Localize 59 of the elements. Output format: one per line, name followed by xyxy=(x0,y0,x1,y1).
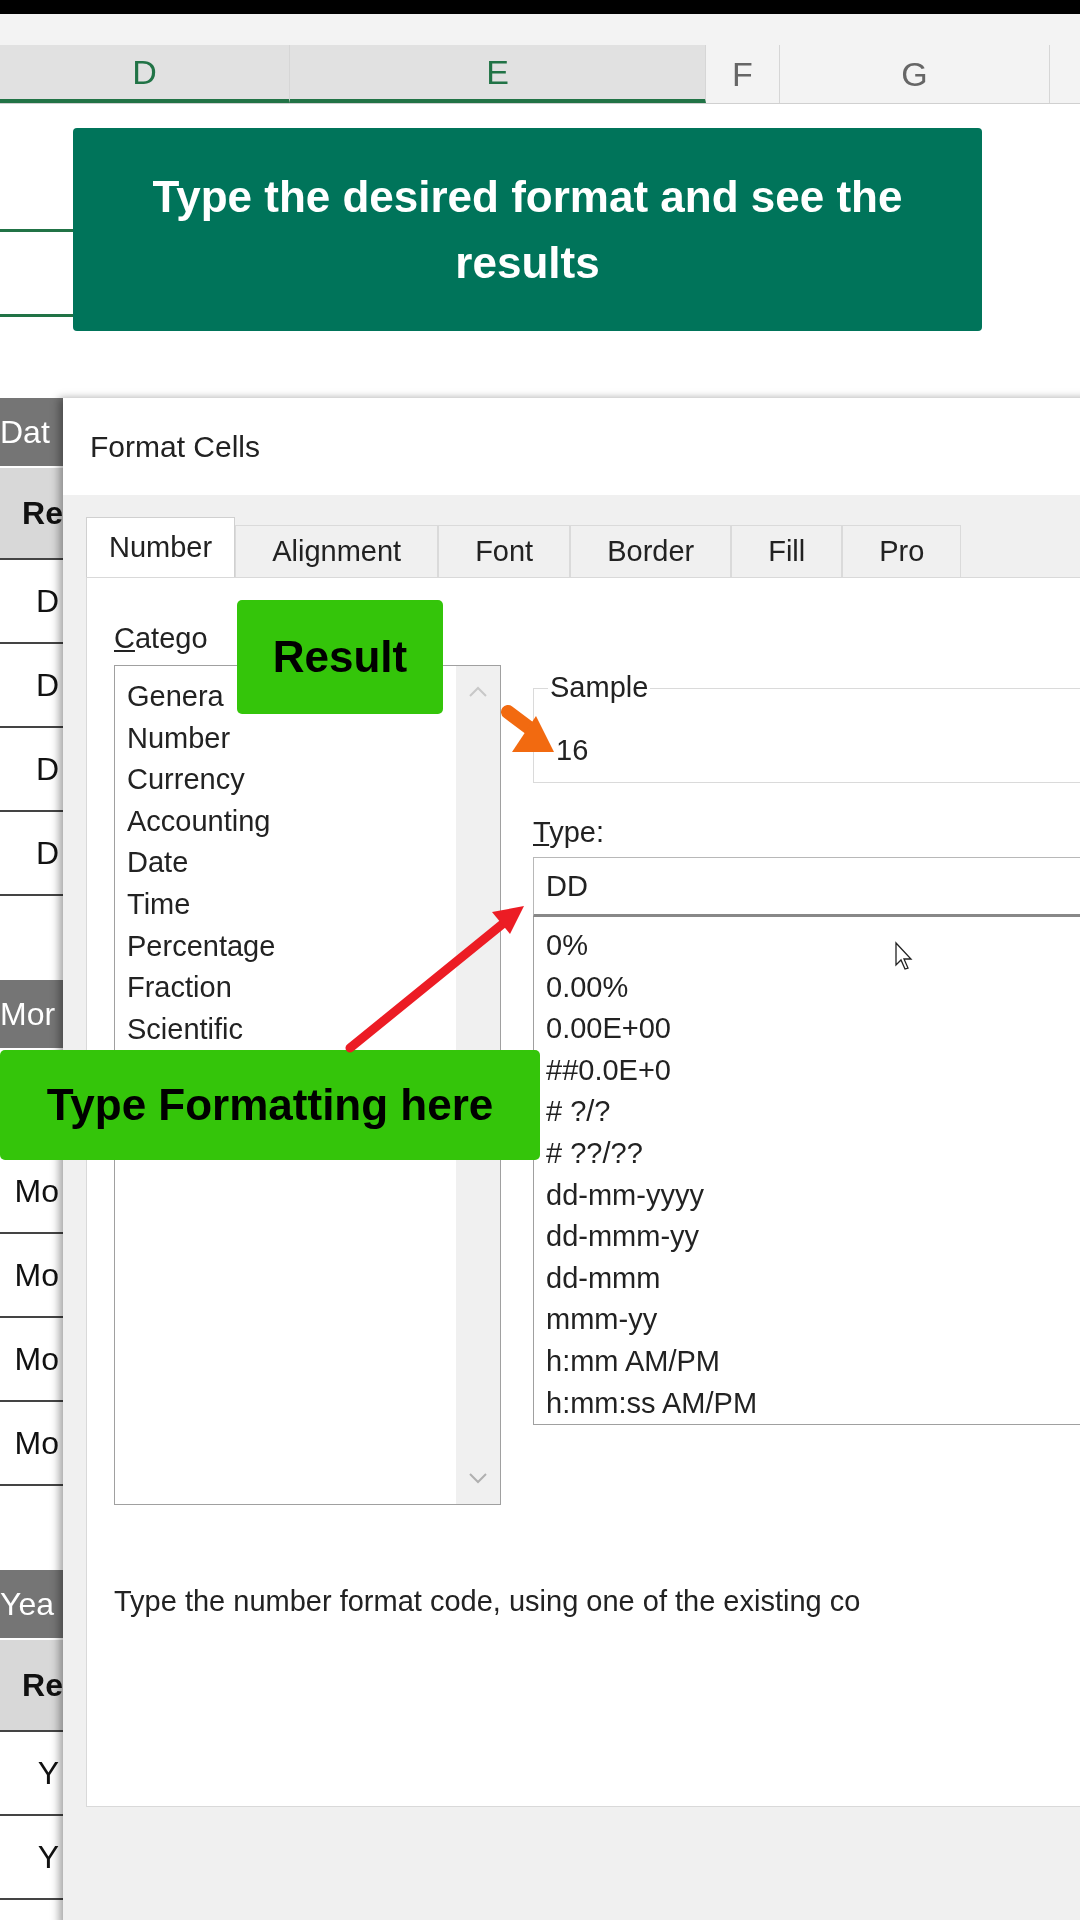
scroll-up-icon[interactable] xyxy=(468,686,488,698)
tab[interactable]: Font xyxy=(438,525,571,577)
list-item[interactable]: ##0.0E+0 xyxy=(546,1049,671,1092)
list-item[interactable]: h:mm:ss AM/PM xyxy=(546,1382,758,1425)
table-cell: Y xyxy=(37,1754,59,1792)
sample-value: 16 xyxy=(556,734,589,767)
list-item[interactable]: Time xyxy=(127,883,191,926)
column-header[interactable]: F xyxy=(706,45,780,103)
tab[interactable]: Number xyxy=(86,517,236,577)
type-label: Type: xyxy=(533,816,605,849)
list-item[interactable]: Currency xyxy=(127,759,245,801)
table-header-cell: Re xyxy=(22,494,63,532)
list-item[interactable]: Accounting xyxy=(127,800,271,843)
table-cell: D xyxy=(35,582,59,620)
tab[interactable]: Pro xyxy=(842,525,962,577)
type-field[interactable]: DD xyxy=(533,857,1080,917)
tab[interactable]: Fill xyxy=(731,525,843,577)
list-item[interactable]: dd-mmm xyxy=(546,1257,661,1300)
list-item[interactable]: # ?/? xyxy=(546,1091,611,1133)
table-cell: Mo xyxy=(14,1172,59,1210)
table-cell: D xyxy=(35,750,59,788)
category-label: Catego xyxy=(114,622,209,655)
table-cell: Mo xyxy=(14,1424,59,1462)
column-header[interactable]: E xyxy=(290,45,706,103)
list-item[interactable]: h:mm AM/PM xyxy=(546,1340,720,1383)
tab[interactable]: Alignment xyxy=(235,525,439,577)
list-item[interactable]: Scientific xyxy=(127,1008,244,1051)
list-item[interactable]: 0% xyxy=(546,925,588,967)
list-item[interactable]: Percentage xyxy=(127,925,276,968)
table-cell: D xyxy=(35,834,59,872)
table-cell: Y xyxy=(37,1838,59,1876)
list-item[interactable]: Date xyxy=(127,842,189,884)
list-item[interactable]: Genera xyxy=(127,676,224,718)
list-item[interactable]: dd-mmm-yy xyxy=(546,1216,700,1258)
table-header-cell: Re xyxy=(22,1666,63,1704)
table-header-cell: Yea xyxy=(0,1585,54,1623)
callout-tooltip: Result xyxy=(237,600,443,714)
table-header-cell: Mor xyxy=(0,995,56,1033)
table-cell: Mo xyxy=(14,1256,59,1294)
description-text: Type the number format code, using one of the existing co xyxy=(114,1585,862,1618)
list-item[interactable]: # ??/?? xyxy=(546,1132,643,1175)
column-header[interactable]: G xyxy=(780,45,1050,103)
list-item[interactable]: Fraction xyxy=(127,967,232,1009)
table-cell: Mo xyxy=(14,1340,59,1378)
table-cell: D xyxy=(35,666,59,704)
arrow xyxy=(501,705,554,752)
callout-tooltip: Type Formatting here xyxy=(0,1050,540,1160)
scroll-down-icon[interactable] xyxy=(468,1472,488,1484)
table-header-cell: Dat xyxy=(0,413,50,451)
list-item[interactable]: mmm-yy xyxy=(546,1299,658,1341)
list-item[interactable]: 0.00E+00 xyxy=(546,1008,671,1050)
list-item[interactable]: dd-mm-yyyy xyxy=(546,1174,704,1217)
tab[interactable]: Border xyxy=(570,525,732,577)
column-header[interactable]: D xyxy=(0,45,290,103)
cursor-icon xyxy=(895,941,913,970)
list-item[interactable]: Number xyxy=(127,717,231,760)
list-item[interactable]: 0.00% xyxy=(546,966,629,1009)
window-title: Format Cells xyxy=(90,429,261,464)
banner: Type the desired format and see the results xyxy=(73,128,982,331)
